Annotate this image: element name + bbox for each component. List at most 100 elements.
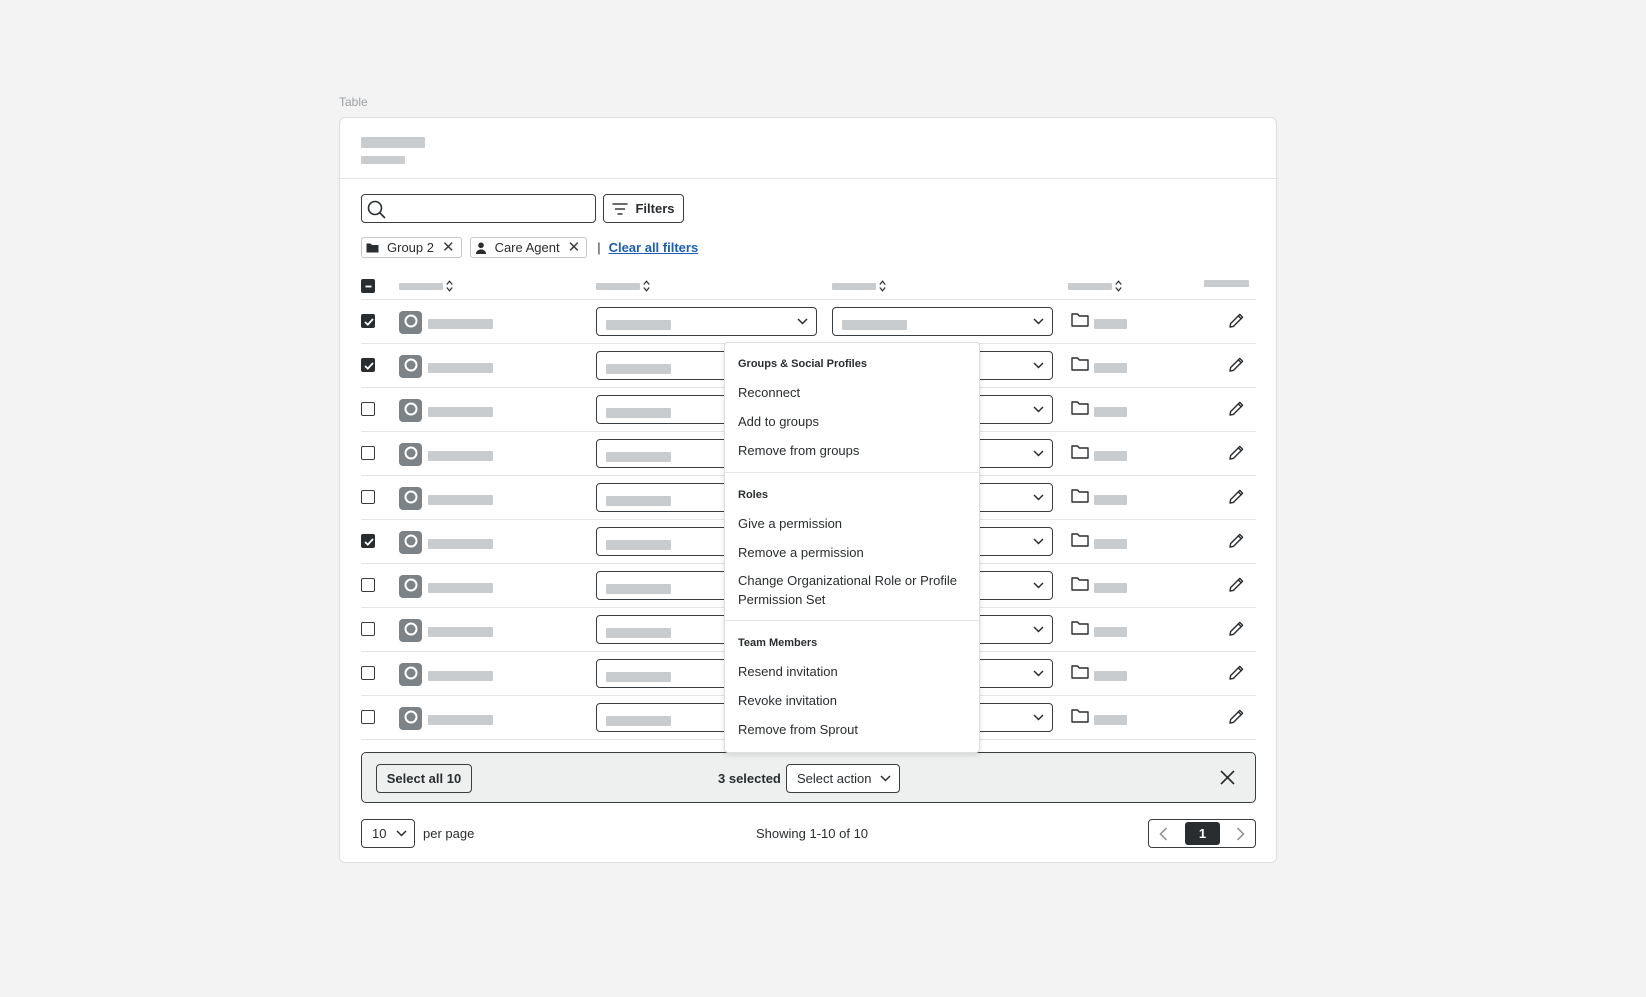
- role-select[interactable]: [596, 307, 817, 336]
- folder-icon: [1071, 621, 1089, 635]
- column-header-actions: [1204, 280, 1249, 287]
- separator: |: [597, 240, 601, 255]
- user-icon: [475, 242, 486, 254]
- edit-icon[interactable]: [1228, 708, 1245, 725]
- avatar: [399, 707, 422, 730]
- menu-item-reconnect[interactable]: Reconnect: [738, 383, 963, 402]
- row-checkbox[interactable]: [361, 622, 375, 636]
- column-header-name[interactable]: [399, 280, 453, 292]
- filter-chip-group[interactable]: Group 2 ✕: [361, 237, 462, 258]
- chevron-down-icon: [1033, 318, 1044, 325]
- menu-divider: [725, 472, 979, 473]
- filter-chip-label: Group 2: [387, 240, 434, 255]
- per-page-label: per page: [423, 826, 475, 841]
- active-filters: Group 2 ✕ Care Agent ✕ | Clear all filte…: [361, 237, 698, 258]
- folder-icon: [1071, 533, 1089, 547]
- filters-button[interactable]: Filters: [603, 194, 684, 223]
- select-all-checkbox[interactable]: [361, 279, 375, 293]
- chevron-left-icon[interactable]: [1159, 827, 1168, 841]
- groups-placeholder: [1094, 407, 1127, 417]
- row-checkbox[interactable]: [361, 314, 375, 328]
- edit-icon[interactable]: [1228, 400, 1245, 417]
- card-title-placeholder: [361, 137, 425, 148]
- chevron-down-icon: [1033, 406, 1044, 413]
- row-checkbox[interactable]: [361, 666, 375, 680]
- column-label-placeholder: [832, 282, 876, 290]
- card-header: [340, 118, 1276, 179]
- select-action-dropdown[interactable]: Select action: [786, 764, 900, 793]
- avatar: [399, 443, 422, 466]
- user-avatar-icon: [404, 402, 418, 416]
- folder-icon: [1071, 357, 1089, 371]
- edit-icon[interactable]: [1228, 488, 1245, 505]
- row-checkbox[interactable]: [361, 534, 375, 548]
- menu-item-add-to-groups[interactable]: Add to groups: [738, 412, 963, 431]
- select-all-button[interactable]: Select all 10: [376, 764, 472, 793]
- name-placeholder: [428, 715, 493, 725]
- row-checkbox[interactable]: [361, 358, 375, 372]
- sort-icon: [1115, 280, 1122, 292]
- groups-placeholder: [1094, 495, 1127, 505]
- groups-placeholder: [1094, 583, 1127, 593]
- folder-icon: [1071, 445, 1089, 459]
- row-checkbox[interactable]: [361, 446, 375, 460]
- folder-icon: [1071, 313, 1089, 327]
- user-avatar-icon: [404, 358, 418, 372]
- close-icon[interactable]: ✕: [442, 240, 455, 255]
- menu-item-remove-permission[interactable]: Remove a permission: [738, 543, 963, 562]
- chevron-down-icon: [1033, 362, 1044, 369]
- menu-item-remove-from-groups[interactable]: Remove from groups: [738, 441, 963, 460]
- results-count: Showing 1-10 of 10: [756, 826, 869, 841]
- edit-icon[interactable]: [1228, 356, 1245, 373]
- filter-chip-role[interactable]: Care Agent ✕: [469, 237, 588, 258]
- row-checkbox[interactable]: [361, 578, 375, 592]
- folder-icon: [1071, 489, 1089, 503]
- menu-item-give-permission[interactable]: Give a permission: [738, 514, 963, 533]
- card-subtitle-placeholder: [361, 156, 405, 164]
- folder-icon: [1071, 577, 1089, 591]
- per-page-select[interactable]: 10: [361, 819, 415, 848]
- page-button-current[interactable]: 1: [1185, 822, 1220, 845]
- close-icon[interactable]: ✕: [568, 240, 581, 255]
- edit-icon[interactable]: [1228, 532, 1245, 549]
- column-header-role[interactable]: [596, 280, 650, 292]
- name-placeholder: [428, 583, 493, 593]
- user-avatar-icon: [404, 490, 418, 504]
- edit-icon[interactable]: [1228, 312, 1245, 329]
- column-header-permission[interactable]: [832, 280, 886, 292]
- chevron-down-icon: [1033, 714, 1044, 721]
- edit-icon[interactable]: [1228, 444, 1245, 461]
- chevron-right-icon[interactable]: [1236, 827, 1245, 841]
- permission-select[interactable]: [832, 307, 1053, 336]
- menu-item-remove-from-sprout[interactable]: Remove from Sprout: [738, 720, 963, 739]
- avatar: [399, 663, 422, 686]
- menu-item-resend-invitation[interactable]: Resend invitation: [738, 662, 963, 681]
- edit-icon[interactable]: [1228, 576, 1245, 593]
- column-label-placeholder: [596, 282, 640, 290]
- avatar: [399, 311, 422, 334]
- avatar: [399, 575, 422, 598]
- chevron-down-icon: [880, 775, 891, 782]
- user-avatar-icon: [404, 578, 418, 592]
- close-icon[interactable]: [1220, 770, 1235, 785]
- filters-label: Filters: [635, 201, 675, 216]
- row-checkbox[interactable]: [361, 402, 375, 416]
- clear-all-filters-link[interactable]: Clear all filters: [609, 240, 699, 255]
- menu-item-revoke-invitation[interactable]: Revoke invitation: [738, 691, 963, 710]
- avatar: [399, 619, 422, 642]
- search-input[interactable]: [361, 194, 596, 223]
- name-placeholder: [428, 451, 493, 461]
- user-avatar-icon: [404, 534, 418, 548]
- edit-icon[interactable]: [1228, 664, 1245, 681]
- row-checkbox[interactable]: [361, 490, 375, 504]
- column-header-groups[interactable]: [1068, 280, 1122, 292]
- edit-icon[interactable]: [1228, 620, 1245, 637]
- groups-placeholder: [1094, 319, 1127, 329]
- select-value-placeholder: [606, 716, 671, 726]
- menu-item-change-role[interactable]: Change Organizational Role or Profile Pe…: [738, 571, 963, 609]
- column-label-placeholder: [1068, 282, 1112, 290]
- row-checkbox[interactable]: [361, 710, 375, 724]
- search-icon: [367, 200, 386, 219]
- select-value-placeholder: [606, 672, 671, 682]
- avatar: [399, 531, 422, 554]
